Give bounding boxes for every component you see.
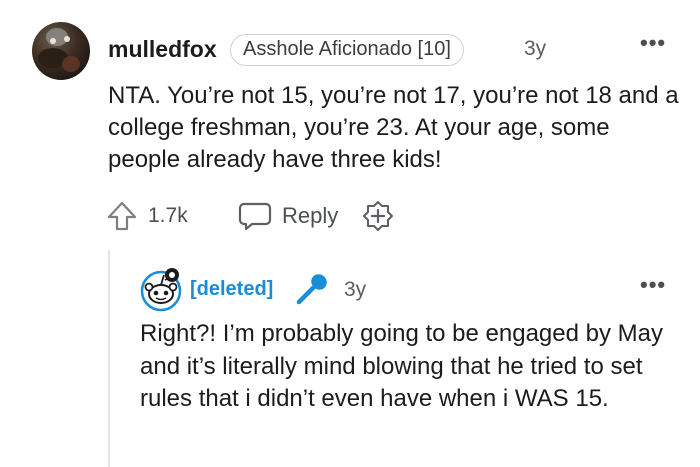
snoo-avatar[interactable] [138,266,184,312]
reply-body: Right?! I’m probably going to be engaged… [140,320,663,412]
more-options-icon[interactable]: ••• [640,30,666,56]
upvote-icon[interactable] [106,200,138,232]
vote-score: 1.7k [148,204,188,227]
reply-icon [238,202,272,231]
user-avatar[interactable] [32,22,90,80]
reply-timestamp: 3y [344,278,367,301]
user-flair: Asshole Aficionado [10] [230,34,464,66]
comment-timestamp: 3y [524,37,547,60]
award-icon[interactable] [362,200,394,232]
reply-username[interactable]: [deleted] [190,278,273,301]
more-options-icon[interactable]: ••• [640,272,666,298]
reply-label: Reply [282,203,339,228]
microphone-icon [296,274,327,305]
comment-body: NTA. You’re not 15, you’re not 17, you’r… [108,82,679,173]
comment-username[interactable]: mulledfox [108,36,217,63]
thread-line[interactable] [108,250,110,467]
